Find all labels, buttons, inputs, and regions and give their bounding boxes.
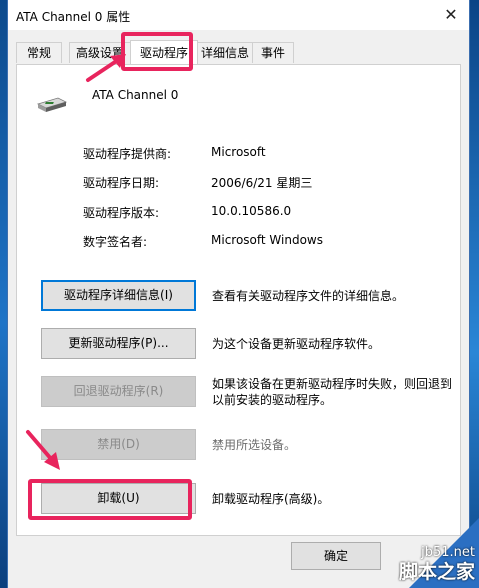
driver-details-description: 查看有关驱动程序文件的详细信息。 <box>212 289 405 303</box>
rollback-driver-button[interactable]: 回退驱动程序(R) <box>41 376 196 407</box>
properties-dialog: ATA Channel 0 属性 ✕ 常规 高级设置 驱动程序 详细信息 事件 … <box>8 0 469 588</box>
rollback-driver-description: 如果该设备在更新驱动程序时失败，则回退到以前安装的驱动程序。 <box>212 377 453 407</box>
version-label: 驱动程序版本: <box>83 206 160 220</box>
watermark-name: 脚本之家 <box>398 561 475 583</box>
update-driver-button[interactable]: 更新驱动程序(P)... <box>41 328 196 359</box>
watermark: jb51.net 脚本之家 <box>369 518 479 588</box>
arrow-to-uninstall-icon <box>26 430 60 470</box>
provider-label: 驱动程序提供商: <box>83 147 172 161</box>
tab-highlight-box <box>121 32 193 71</box>
disable-device-description: 禁用所选设备。 <box>212 438 297 452</box>
arrow-to-tab-icon <box>86 54 126 82</box>
tab-events[interactable]: 事件 <box>252 42 294 63</box>
version-value: 10.0.10586.0 <box>211 204 292 218</box>
date-value: 2006/6/21 星期三 <box>211 176 313 190</box>
ide-controller-icon <box>36 97 68 112</box>
title-bar: ATA Channel 0 属性 ✕ <box>8 0 469 30</box>
signer-value: Microsoft Windows <box>211 233 323 247</box>
tab-details[interactable]: 详细信息 <box>197 42 253 63</box>
close-icon[interactable]: ✕ <box>439 3 463 27</box>
date-label: 驱动程序日期: <box>83 176 160 190</box>
uninstall-description: 卸载驱动程序(高级)。 <box>212 492 330 506</box>
ok-button[interactable]: 确定 <box>291 542 381 570</box>
desktop-background-right <box>469 0 479 588</box>
device-name: ATA Channel 0 <box>92 88 179 102</box>
window-title: ATA Channel 0 属性 <box>16 10 131 24</box>
driver-details-button[interactable]: 驱动程序详细信息(I) <box>41 280 196 311</box>
tab-general[interactable]: 常规 <box>16 42 62 63</box>
desktop-background-left <box>0 0 8 588</box>
uninstall-highlight-box <box>28 479 192 520</box>
update-driver-description: 为这个设备更新驱动程序软件。 <box>212 337 381 351</box>
provider-value: Microsoft <box>211 145 266 159</box>
signer-label: 数字签名者: <box>83 235 148 249</box>
